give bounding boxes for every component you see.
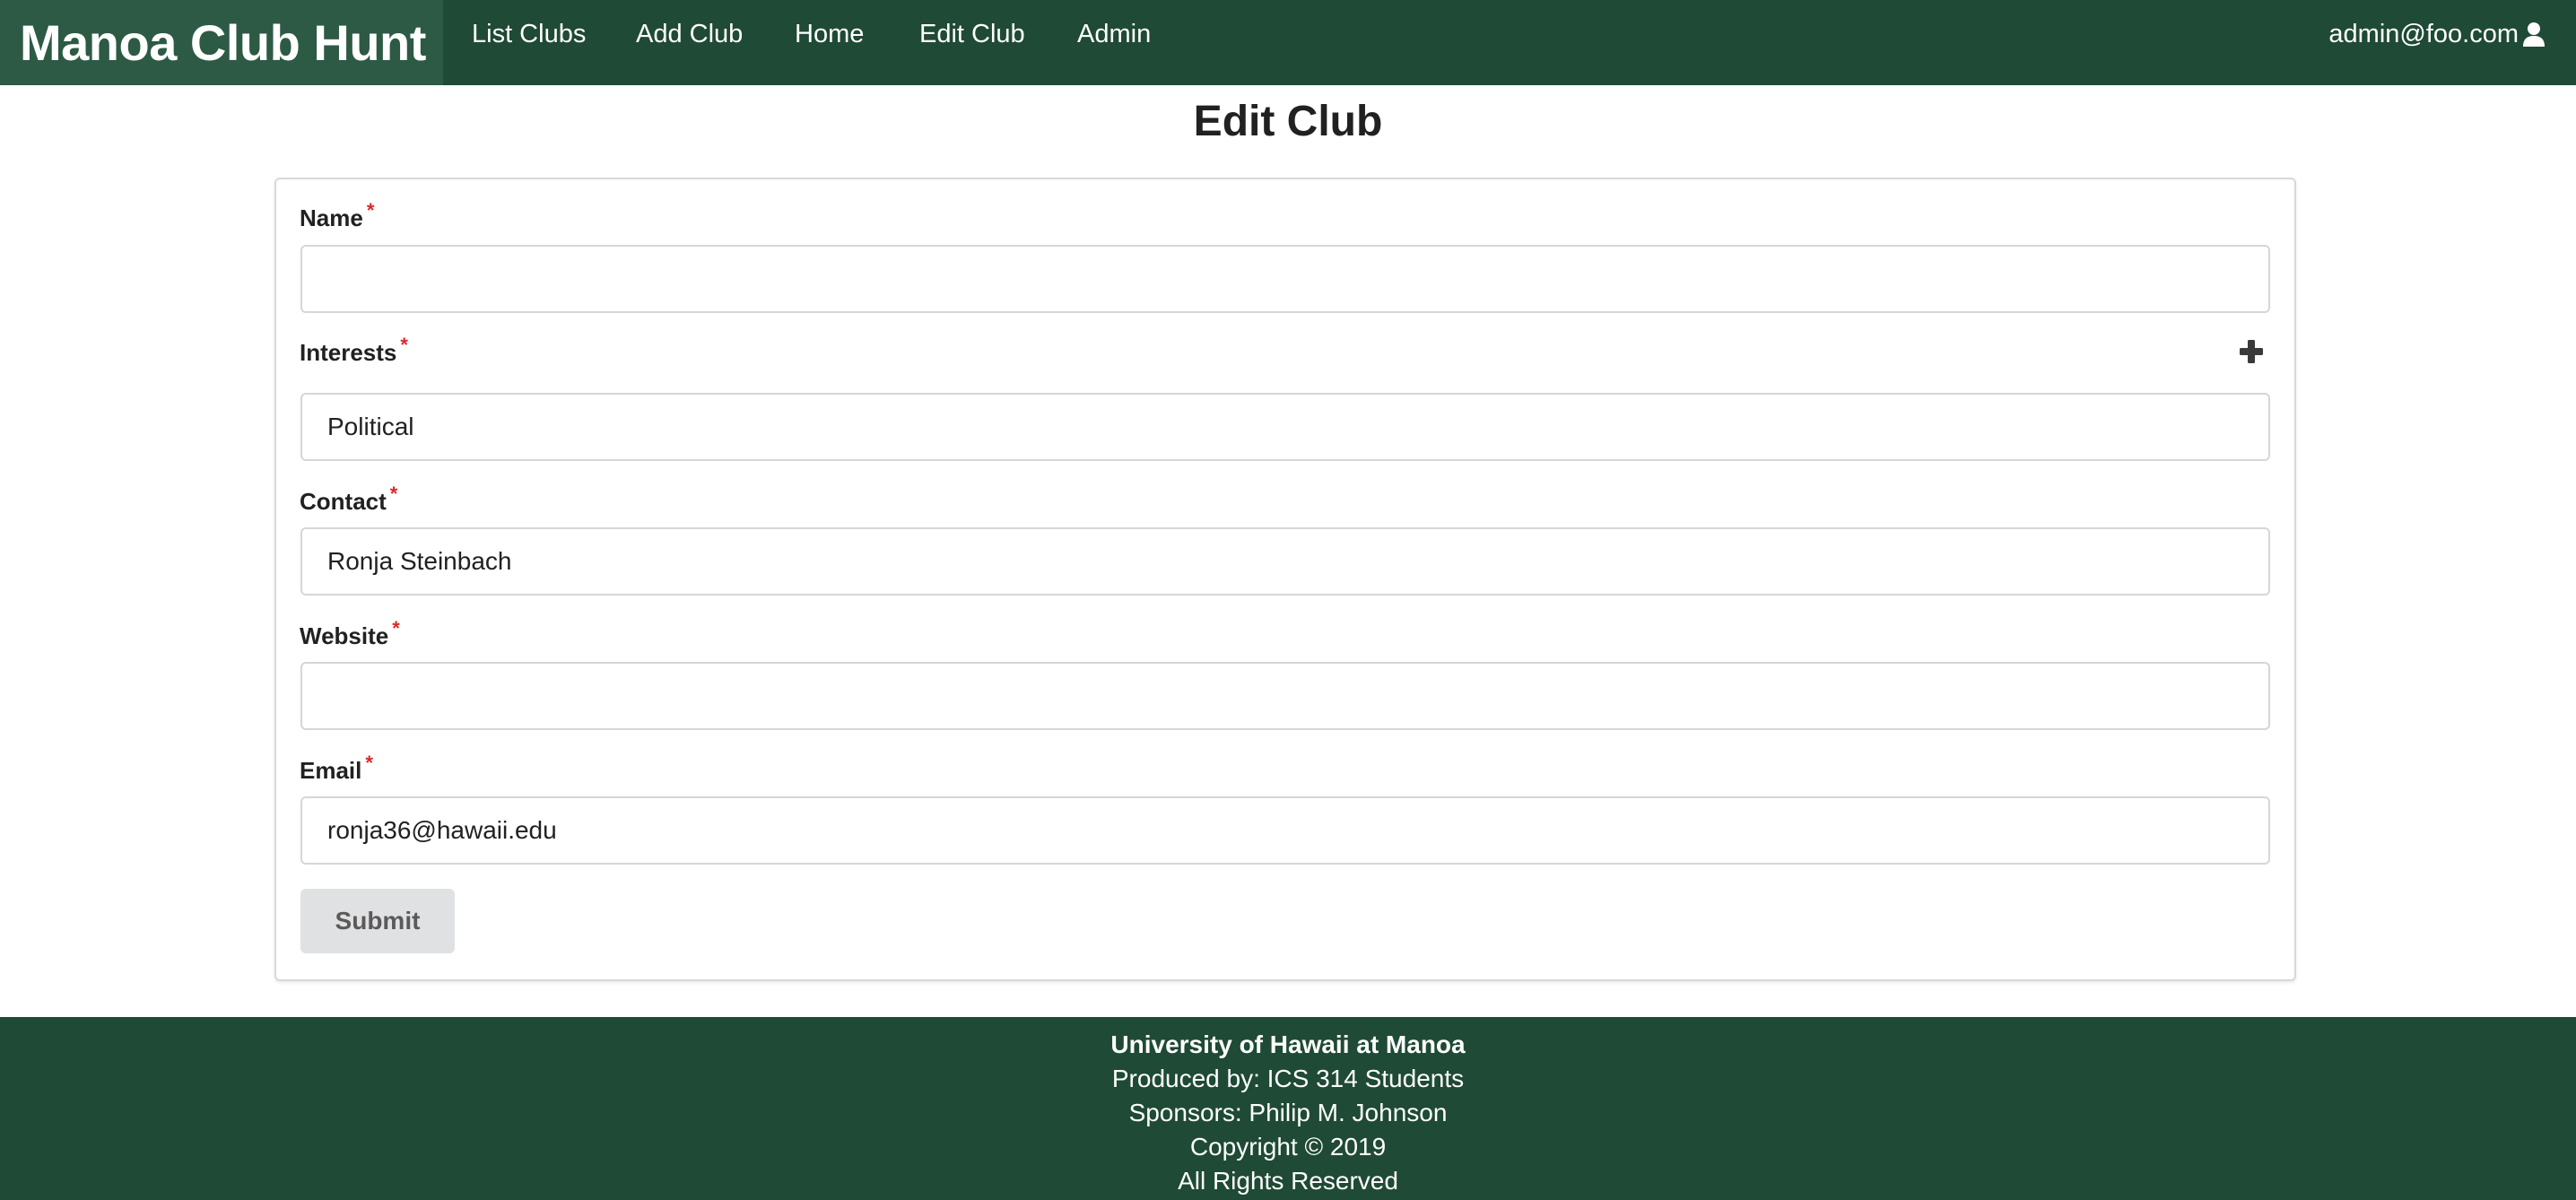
footer: University of Hawaii at Manoa Produced b… [0, 1017, 2576, 1200]
email-label: Email * [300, 752, 373, 784]
nav-home[interactable]: Home [795, 0, 864, 68]
nav-edit-club[interactable]: Edit Club [919, 0, 1025, 68]
nav-add-club[interactable]: Add Club [636, 0, 743, 68]
nav-list-clubs[interactable]: List Clubs [472, 0, 586, 68]
email-input[interactable] [300, 796, 2270, 865]
required-marker: * [400, 334, 408, 356]
contact-input[interactable] [300, 527, 2270, 596]
user-email: admin@foo.com [2328, 19, 2519, 48]
required-marker: * [392, 617, 400, 639]
footer-copyright: Copyright © 2019 [1189, 1133, 1387, 1161]
nav-admin[interactable]: Admin [1077, 0, 1151, 68]
footer-university: University of Hawaii at Manoa [1110, 1030, 1466, 1058]
submit-button[interactable]: Submit [300, 889, 455, 953]
plus-icon[interactable] [2239, 339, 2264, 364]
name-input[interactable] [300, 245, 2270, 313]
name-label: Name * [300, 199, 375, 231]
brand-logo[interactable]: Manoa Club Hunt [0, 0, 443, 85]
footer-rights: All Rights Reserved [1178, 1167, 1398, 1195]
user-menu[interactable]: admin@foo.com [2328, 0, 2546, 68]
footer-produced-by: Produced by: ICS 314 Students [1111, 1065, 1465, 1092]
interests-label: Interests * [300, 334, 408, 366]
interests-input[interactable] [300, 393, 2270, 461]
required-marker: * [366, 199, 375, 222]
website-label: Website * [300, 617, 400, 649]
contact-label: Contact * [300, 483, 398, 515]
page-title: Edit Club [1193, 98, 1383, 145]
required-marker: * [365, 752, 373, 774]
footer-sponsors: Sponsors: Philip M. Johnson [1128, 1099, 1448, 1126]
required-marker: * [389, 483, 398, 505]
website-input[interactable] [300, 662, 2270, 730]
user-icon [2523, 22, 2545, 47]
top-navbar: Manoa Club Hunt List Clubs Add Club Home… [0, 0, 2576, 85]
